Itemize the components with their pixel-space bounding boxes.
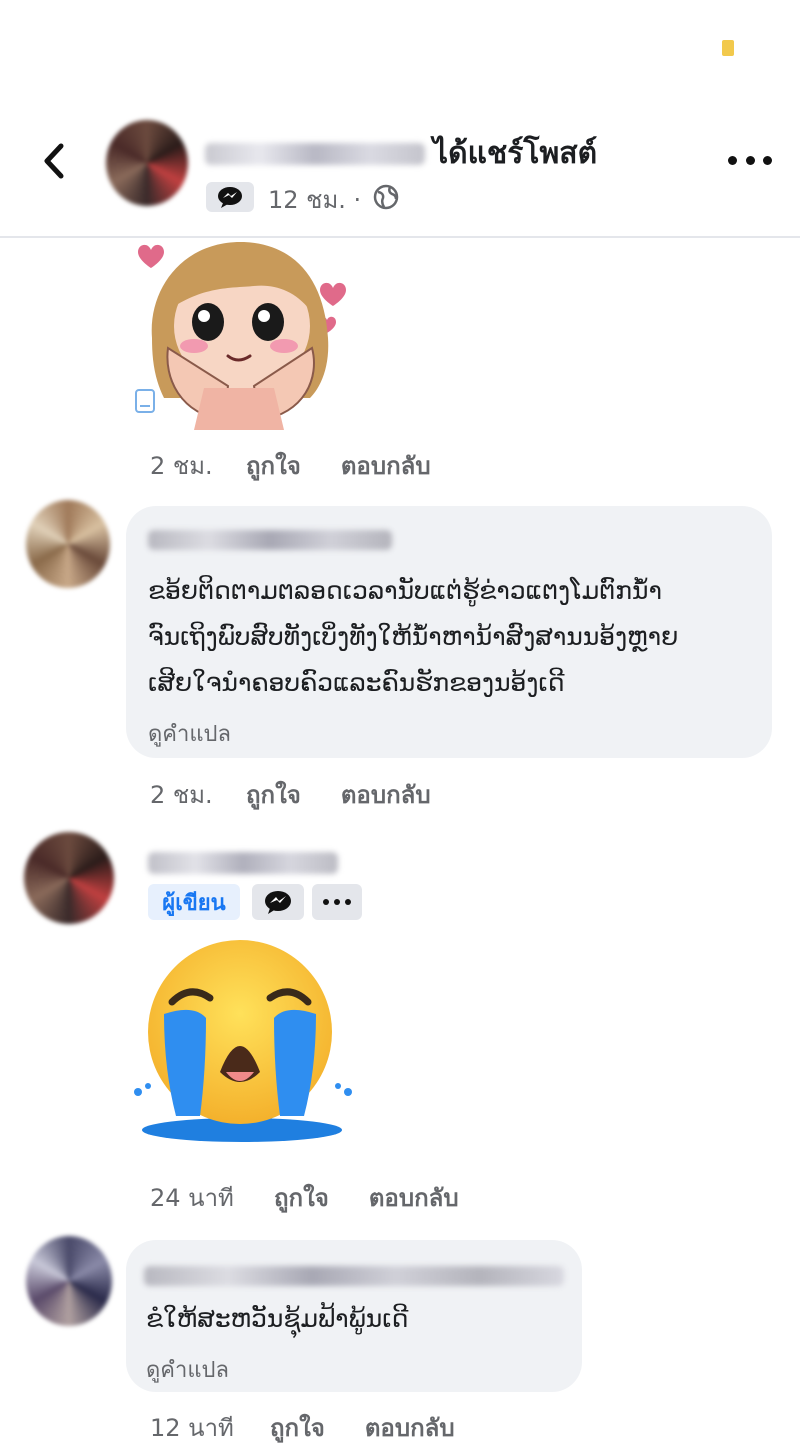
more-options-button[interactable] xyxy=(728,140,772,180)
comment-text: ຂໍໃຫ້ສະຫວັນຊຸ້ມຟ້າພູ້ນເດີ xyxy=(146,1304,409,1333)
comment-time: 24 นาที xyxy=(150,1184,234,1212)
author-avatar[interactable] xyxy=(24,832,114,924)
comment-bubble[interactable]: ຂໍໃຫ້ສະຫວັນຊຸ້ມຟ້າພູ້ນເດີ ดูคำแปล xyxy=(126,1240,582,1392)
reply-button[interactable]: ตอบกลับ xyxy=(341,446,431,485)
chevron-left-icon xyxy=(44,143,64,179)
commenter-name-redacted[interactable] xyxy=(148,530,392,550)
more-horizontal-icon xyxy=(323,899,329,905)
comment-actions: 2 ชม. ถูกใจ ตอบกลับ xyxy=(150,775,431,814)
comment-text-line: ຂອ້ຍຕິດຕາມຕລອດເວລານັບແຕ່ຮູ້ຂ່າວແຕງໂມຕົກນ… xyxy=(148,576,663,605)
messenger-badge[interactable] xyxy=(252,884,304,920)
like-button[interactable]: ถูกใจ xyxy=(246,775,301,814)
comment-time: 12 นาที xyxy=(150,1414,234,1442)
reply-button[interactable]: ตอบกลับ xyxy=(369,1178,459,1217)
commenter-avatar[interactable] xyxy=(26,500,110,588)
author-badge: ผู้เขียน xyxy=(148,884,240,920)
comment-actions: 2 ชม. ถูกใจ ตอบกลับ xyxy=(150,446,431,485)
like-button[interactable]: ถูกใจ xyxy=(274,1178,329,1217)
commenter-name-redacted[interactable] xyxy=(144,1266,564,1286)
status-indicator xyxy=(722,40,734,56)
comment-actions: 24 นาที ถูกใจ ตอบกลับ xyxy=(150,1178,459,1217)
comment-bubble[interactable]: ຂອ້ຍຕິດຕາມຕລອດເວລານັບແຕ່ຮູ້ຂ່າວແຕງໂມຕົກນ… xyxy=(126,506,772,758)
poster-name-redacted[interactable] xyxy=(205,143,425,165)
comment-text: ຂອ້ຍຕິດຕາມຕລອດເວລານັບແຕ່ຮູ້ຂ່າວແຕງໂມຕົກນ… xyxy=(148,568,758,706)
globe-icon xyxy=(373,184,399,210)
comment-text-line: ຈົນເຖິງພົບສົບທັງເບິ່ງທັງໃຫ້ນ້ຳຫານ້າສົງສາ… xyxy=(148,622,679,651)
like-button[interactable]: ถูกใจ xyxy=(270,1408,325,1447)
reply-button[interactable]: ตอบกลับ xyxy=(365,1408,455,1447)
post-time: 12 ชม. · xyxy=(268,186,362,214)
comment-text-line: ເສີຍໃຈນຳຄອບຄົວແລະຄົນຮັກຂອງນອ້ງເດີ xyxy=(148,668,565,697)
like-button[interactable]: ถูกใจ xyxy=(246,446,301,485)
shared-post-title: ได้แชร์โพสต์ xyxy=(433,136,598,171)
messenger-badge[interactable] xyxy=(206,182,254,212)
comment-time: 2 ชม. xyxy=(150,781,213,809)
loudly-crying-face-icon[interactable] xyxy=(124,940,360,1146)
reply-button[interactable]: ตอบกลับ xyxy=(341,775,431,814)
author-name-redacted[interactable] xyxy=(148,852,338,874)
see-translation-link[interactable]: ดูคำแปล xyxy=(146,1352,229,1387)
comment-time: 2 ชม. xyxy=(150,452,213,480)
see-translation-link[interactable]: ดูคำแปล xyxy=(148,716,231,751)
girl-hearts-sticker-icon[interactable] xyxy=(124,238,360,430)
messenger-icon xyxy=(265,891,291,914)
back-button[interactable] xyxy=(34,138,74,184)
messenger-icon xyxy=(218,187,242,208)
commenter-avatar[interactable] xyxy=(26,1236,112,1326)
comment-actions: 12 นาที ถูกใจ ตอบกลับ xyxy=(150,1408,455,1447)
more-horizontal-icon xyxy=(728,155,737,165)
header-divider xyxy=(0,236,800,238)
poster-avatar[interactable] xyxy=(106,120,188,206)
more-actions-button[interactable] xyxy=(312,884,362,920)
